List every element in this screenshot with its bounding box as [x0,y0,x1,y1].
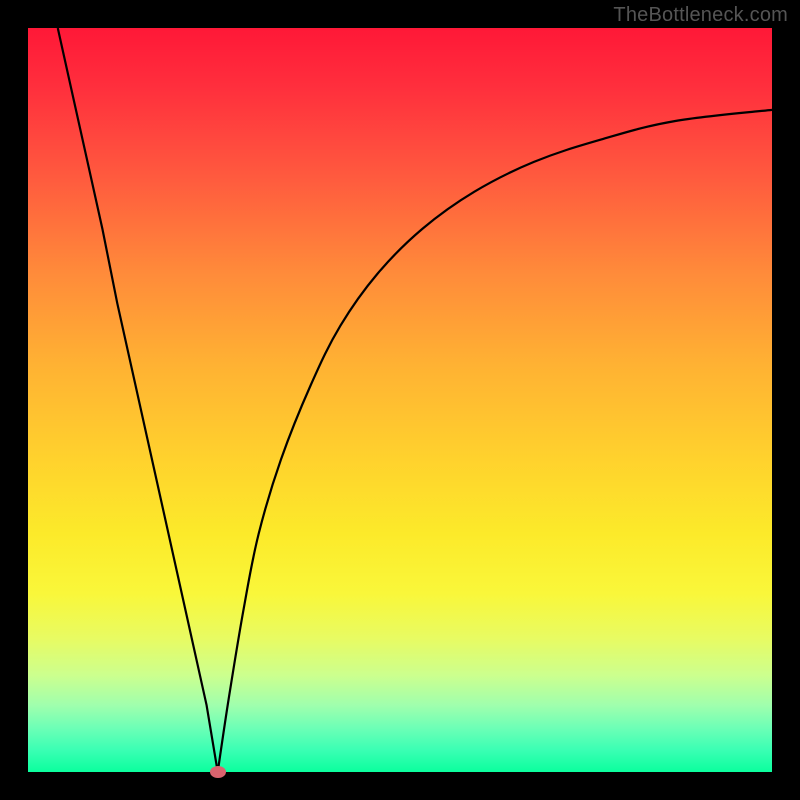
left-branch-path [58,28,218,772]
bottleneck-curve [28,28,772,772]
right-branch-path [218,110,772,772]
watermark-text: TheBottleneck.com [613,4,788,27]
optimum-marker [210,766,226,778]
plot-area [28,28,772,772]
